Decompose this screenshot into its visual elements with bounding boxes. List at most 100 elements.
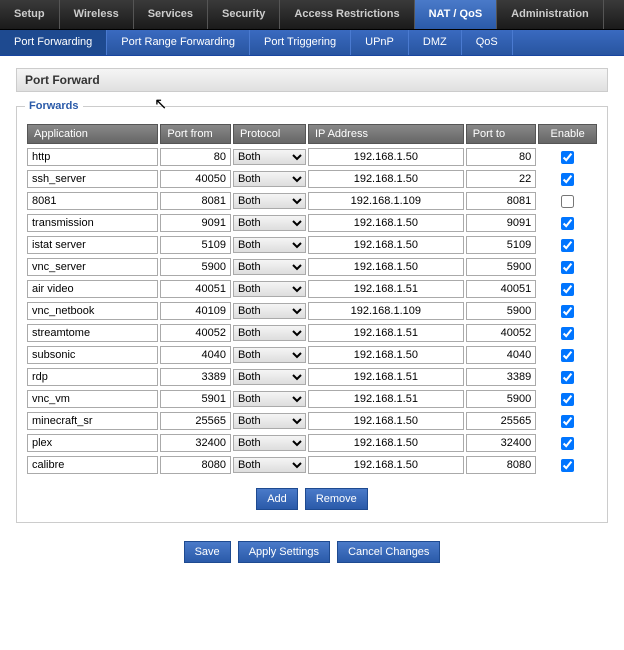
protocol-select[interactable]: BothTCPUDP — [233, 413, 306, 429]
application-input[interactable] — [27, 434, 158, 452]
ip-address-input[interactable] — [308, 280, 464, 298]
port-to-input[interactable] — [466, 368, 537, 386]
protocol-select[interactable]: BothTCPUDP — [233, 347, 306, 363]
port-to-input[interactable] — [466, 258, 537, 276]
port-from-input[interactable] — [160, 280, 231, 298]
protocol-select[interactable]: BothTCPUDP — [233, 171, 306, 187]
ip-address-input[interactable] — [308, 236, 464, 254]
port-from-input[interactable] — [160, 214, 231, 232]
protocol-select[interactable]: BothTCPUDP — [233, 457, 306, 473]
enable-checkbox[interactable] — [561, 371, 574, 384]
enable-checkbox[interactable] — [561, 437, 574, 450]
application-input[interactable] — [27, 324, 158, 342]
application-input[interactable] — [27, 346, 158, 364]
sub-tab-port-forwarding[interactable]: Port Forwarding — [0, 30, 107, 55]
main-tab-setup[interactable]: Setup — [0, 0, 60, 29]
enable-checkbox[interactable] — [561, 261, 574, 274]
ip-address-input[interactable] — [308, 170, 464, 188]
protocol-select[interactable]: BothTCPUDP — [233, 215, 306, 231]
port-from-input[interactable] — [160, 368, 231, 386]
port-from-input[interactable] — [160, 324, 231, 342]
main-tab-wireless[interactable]: Wireless — [60, 0, 134, 29]
port-to-input[interactable] — [466, 302, 537, 320]
sub-tab-port-range-forwarding[interactable]: Port Range Forwarding — [107, 30, 250, 55]
ip-address-input[interactable] — [308, 214, 464, 232]
enable-checkbox[interactable] — [561, 327, 574, 340]
application-input[interactable] — [27, 214, 158, 232]
enable-checkbox[interactable] — [561, 283, 574, 296]
application-input[interactable] — [27, 412, 158, 430]
enable-checkbox[interactable] — [561, 217, 574, 230]
remove-button[interactable]: Remove — [305, 488, 368, 510]
main-tab-administration[interactable]: Administration — [497, 0, 604, 29]
enable-checkbox[interactable] — [561, 393, 574, 406]
protocol-select[interactable]: BothTCPUDP — [233, 303, 306, 319]
application-input[interactable] — [27, 280, 158, 298]
sub-tab-dmz[interactable]: DMZ — [409, 30, 462, 55]
enable-checkbox[interactable] — [561, 195, 574, 208]
ip-address-input[interactable] — [308, 368, 464, 386]
application-input[interactable] — [27, 170, 158, 188]
application-input[interactable] — [27, 236, 158, 254]
ip-address-input[interactable] — [308, 258, 464, 276]
port-from-input[interactable] — [160, 390, 231, 408]
port-from-input[interactable] — [160, 148, 231, 166]
port-to-input[interactable] — [466, 434, 537, 452]
port-to-input[interactable] — [466, 170, 537, 188]
protocol-select[interactable]: BothTCPUDP — [233, 369, 306, 385]
protocol-select[interactable]: BothTCPUDP — [233, 391, 306, 407]
main-tab-services[interactable]: Services — [134, 0, 208, 29]
port-to-input[interactable] — [466, 192, 537, 210]
port-to-input[interactable] — [466, 346, 537, 364]
enable-checkbox[interactable] — [561, 305, 574, 318]
main-tab-security[interactable]: Security — [208, 0, 280, 29]
port-to-input[interactable] — [466, 390, 537, 408]
port-from-input[interactable] — [160, 412, 231, 430]
port-from-input[interactable] — [160, 192, 231, 210]
protocol-select[interactable]: BothTCPUDP — [233, 193, 306, 209]
application-input[interactable] — [27, 368, 158, 386]
port-from-input[interactable] — [160, 302, 231, 320]
port-from-input[interactable] — [160, 258, 231, 276]
port-to-input[interactable] — [466, 214, 537, 232]
port-to-input[interactable] — [466, 280, 537, 298]
port-to-input[interactable] — [466, 236, 537, 254]
save-button[interactable]: Save — [184, 541, 231, 563]
sub-tab-qos[interactable]: QoS — [462, 30, 513, 55]
enable-checkbox[interactable] — [561, 151, 574, 164]
application-input[interactable] — [27, 456, 158, 474]
port-from-input[interactable] — [160, 346, 231, 364]
main-tab-access-restrictions[interactable]: Access Restrictions — [280, 0, 414, 29]
port-to-input[interactable] — [466, 324, 537, 342]
ip-address-input[interactable] — [308, 456, 464, 474]
protocol-select[interactable]: BothTCPUDP — [233, 435, 306, 451]
enable-checkbox[interactable] — [561, 459, 574, 472]
enable-checkbox[interactable] — [561, 173, 574, 186]
protocol-select[interactable]: BothTCPUDP — [233, 259, 306, 275]
port-from-input[interactable] — [160, 170, 231, 188]
protocol-select[interactable]: BothTCPUDP — [233, 149, 306, 165]
port-from-input[interactable] — [160, 434, 231, 452]
sub-tab-upnp[interactable]: UPnP — [351, 30, 409, 55]
enable-checkbox[interactable] — [561, 349, 574, 362]
protocol-select[interactable]: BothTCPUDP — [233, 281, 306, 297]
ip-address-input[interactable] — [308, 302, 464, 320]
application-input[interactable] — [27, 390, 158, 408]
application-input[interactable] — [27, 302, 158, 320]
ip-address-input[interactable] — [308, 390, 464, 408]
port-from-input[interactable] — [160, 456, 231, 474]
ip-address-input[interactable] — [308, 192, 464, 210]
enable-checkbox[interactable] — [561, 415, 574, 428]
ip-address-input[interactable] — [308, 346, 464, 364]
ip-address-input[interactable] — [308, 324, 464, 342]
sub-tab-port-triggering[interactable]: Port Triggering — [250, 30, 351, 55]
enable-checkbox[interactable] — [561, 239, 574, 252]
ip-address-input[interactable] — [308, 434, 464, 452]
application-input[interactable] — [27, 258, 158, 276]
port-to-input[interactable] — [466, 456, 537, 474]
apply-button[interactable]: Apply Settings — [238, 541, 330, 563]
port-to-input[interactable] — [466, 148, 537, 166]
add-button[interactable]: Add — [256, 488, 298, 510]
application-input[interactable] — [27, 192, 158, 210]
port-to-input[interactable] — [466, 412, 537, 430]
